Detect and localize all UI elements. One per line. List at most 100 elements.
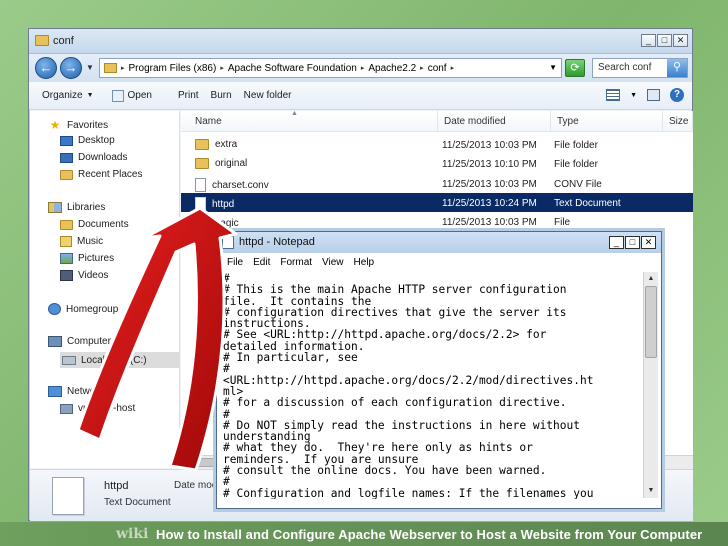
file-row[interactable]: charset.conv 11/25/2013 10:03 PM CONV Fi… — [181, 174, 693, 193]
change-view-icon[interactable] — [606, 89, 621, 101]
network-computer-icon — [60, 403, 73, 414]
recent-pages-dropdown-icon[interactable]: ▼ — [86, 63, 94, 72]
organize-button[interactable]: Organize ▼ — [36, 90, 100, 101]
file-name-cell: httpd — [195, 197, 234, 211]
nav-libraries[interactable]: Libraries — [48, 202, 105, 213]
search-icon[interactable]: ⚲ — [667, 59, 687, 77]
scroll-up-icon[interactable]: ▲ — [645, 273, 657, 285]
scrollbar-thumb[interactable] — [645, 286, 657, 358]
breadcrumb-separator-icon[interactable]: ▸ — [361, 64, 365, 72]
notepad-window: httpd - Notepad _ □ ✕ File Edit Format V… — [216, 231, 662, 509]
file-row[interactable]: magic 11/25/2013 10:03 PM File — [181, 212, 693, 231]
notepad-text-line: # This is the main Apache HTTP server co… — [223, 283, 567, 297]
file-name: original — [215, 158, 248, 169]
nav-downloads[interactable]: Downloads — [60, 152, 127, 163]
file-name: magic — [212, 217, 239, 229]
file-row[interactable]: extra 11/25/2013 10:03 PM File folder — [181, 135, 693, 154]
open-button[interactable]: Open — [106, 89, 158, 102]
close-button[interactable]: ✕ — [641, 236, 656, 249]
breadcrumb-separator-icon[interactable]: ▸ — [220, 64, 224, 72]
videos-icon — [60, 270, 73, 281]
file-type: File folder — [554, 159, 598, 170]
help-icon[interactable]: ? — [670, 88, 684, 102]
view-controls: ▼ ? — [606, 88, 684, 102]
notepad-text-line: # Configuration and logfile names: If th… — [223, 486, 594, 499]
pictures-icon — [60, 253, 73, 264]
details-date-label: Date moc — [174, 480, 217, 491]
notepad-text-line: # for a discussion of each configuration… — [223, 396, 567, 410]
breadcrumb-separator-icon[interactable]: ▸ — [121, 64, 125, 72]
maximize-button[interactable]: □ — [625, 236, 640, 249]
menu-view[interactable]: View — [317, 257, 349, 268]
nav-favorites[interactable]: ★ Favorites — [48, 118, 109, 132]
preview-pane-icon[interactable] — [647, 89, 660, 101]
notepad-text-area[interactable]: # # This is the main Apache HTTP server c… — [220, 271, 638, 499]
vertical-scrollbar[interactable]: ▲ ▼ — [643, 272, 658, 498]
libraries-icon — [48, 202, 62, 213]
text-document-icon — [195, 197, 206, 211]
document-icon — [195, 178, 206, 192]
column-header-name[interactable]: Name ▲ — [181, 110, 438, 132]
nav-recent-places[interactable]: Recent Places — [60, 169, 142, 180]
back-button[interactable]: ← — [35, 57, 57, 79]
nav-music[interactable]: Music — [60, 236, 103, 247]
nav-homegroup[interactable]: Homegroup — [48, 303, 118, 315]
file-date: 11/25/2013 10:03 PM — [442, 179, 537, 190]
nav-downloads-label: Downloads — [78, 152, 128, 163]
file-name: charset.conv — [212, 179, 269, 191]
minimize-button[interactable]: _ — [641, 34, 656, 47]
notepad-window-controls: _ □ ✕ — [609, 236, 656, 249]
breadcrumb-separator-icon[interactable]: ▸ — [420, 64, 424, 72]
breadcrumb-item[interactable]: Program Files (x86) — [129, 63, 217, 74]
column-header-date[interactable]: Date modified — [438, 111, 551, 132]
nav-computer[interactable]: Computer — [48, 336, 111, 347]
nav-pictures-label: Pictures — [78, 253, 115, 264]
downloads-icon — [60, 152, 73, 163]
column-header-size[interactable]: Size — [663, 111, 693, 132]
nav-vmware-host-label: vmware-host — [78, 403, 136, 414]
nav-local-disk[interactable]: Local Disk (C:) — [60, 352, 180, 368]
nav-videos[interactable]: Videos — [60, 270, 108, 281]
minimize-button[interactable]: _ — [609, 236, 624, 249]
music-icon — [60, 236, 72, 247]
chevron-down-icon[interactable]: ▼ — [630, 92, 637, 99]
breadcrumb-item[interactable]: Apache2.2 — [368, 63, 416, 74]
chevron-down-icon: ▼ — [86, 92, 94, 99]
file-name-cell: charset.conv — [195, 178, 269, 192]
search-input[interactable]: Search conf ⚲ — [592, 58, 688, 78]
breadcrumb-separator-icon[interactable]: ▸ — [451, 64, 455, 72]
window-controls: _ □ ✕ — [641, 34, 688, 47]
nav-homegroup-label: Homegroup — [66, 303, 119, 315]
address-dropdown-icon[interactable]: ▼ — [549, 63, 557, 72]
scroll-down-icon[interactable]: ▼ — [645, 485, 657, 497]
print-button[interactable]: Print — [172, 90, 205, 101]
nav-network[interactable]: Network — [48, 386, 104, 397]
menu-edit[interactable]: Edit — [248, 257, 275, 268]
file-name: httpd — [212, 198, 235, 210]
menu-file[interactable]: File — [222, 257, 248, 268]
details-file-name: httpd — [104, 480, 129, 492]
homegroup-icon — [48, 303, 61, 315]
file-date: 11/25/2013 10:10 PM — [442, 159, 537, 170]
breadcrumb-item[interactable]: Apache Software Foundation — [228, 63, 357, 74]
nav-pictures[interactable]: Pictures — [60, 253, 114, 264]
close-button[interactable]: ✕ — [673, 34, 688, 47]
scroll-left-icon[interactable]: ◀ — [183, 457, 195, 468]
file-row[interactable]: original 11/25/2013 10:10 PM File folder — [181, 154, 693, 173]
hard-drive-icon — [62, 355, 76, 365]
search-placeholder: Search conf — [598, 62, 652, 73]
menu-help[interactable]: Help — [349, 257, 380, 268]
forward-button[interactable]: → — [60, 57, 82, 79]
nav-documents[interactable]: Documents — [60, 219, 129, 230]
new-folder-button[interactable]: New folder — [238, 90, 298, 101]
column-header-type[interactable]: Type — [551, 111, 663, 132]
maximize-button[interactable]: □ — [657, 34, 672, 47]
refresh-button[interactable]: ⟳ — [565, 59, 585, 77]
address-bar[interactable]: ▸ Program Files (x86) ▸ Apache Software … — [99, 58, 562, 78]
file-row-selected[interactable]: httpd 11/25/2013 10:24 PM Text Document — [181, 193, 693, 212]
nav-vmware-host[interactable]: vmware-host — [60, 403, 135, 414]
breadcrumb-item[interactable]: conf — [428, 63, 447, 74]
menu-format[interactable]: Format — [275, 257, 317, 268]
nav-desktop[interactable]: Desktop — [60, 135, 115, 146]
burn-button[interactable]: Burn — [205, 90, 238, 101]
